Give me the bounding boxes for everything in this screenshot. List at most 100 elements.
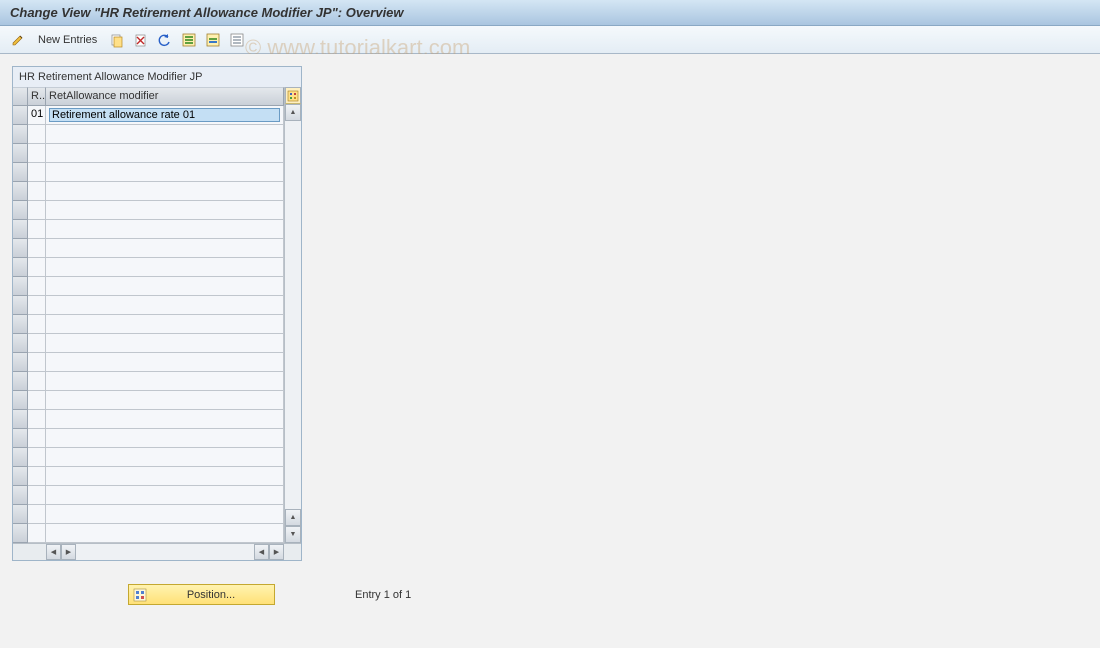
row-selector[interactable]: [13, 410, 28, 429]
cell-mod[interactable]: [46, 429, 284, 448]
cell-r[interactable]: [28, 201, 46, 220]
cell-mod[interactable]: [46, 486, 284, 505]
row-selector[interactable]: [13, 163, 28, 182]
row-selector[interactable]: [13, 315, 28, 334]
cell-mod[interactable]: [46, 467, 284, 486]
row-selector[interactable]: [13, 505, 28, 524]
row-selector[interactable]: [13, 258, 28, 277]
cell-mod[interactable]: [46, 220, 284, 239]
table-row[interactable]: [13, 144, 284, 163]
select-all-icon[interactable]: [179, 30, 199, 50]
new-entries-button[interactable]: New Entries: [32, 32, 103, 48]
cell-mod[interactable]: [46, 296, 284, 315]
delete-icon[interactable]: [131, 30, 151, 50]
cell-r[interactable]: 01: [28, 106, 46, 125]
row-selector[interactable]: [13, 372, 28, 391]
row-selector[interactable]: [13, 106, 28, 125]
row-selector[interactable]: [13, 220, 28, 239]
cell-mod[interactable]: [46, 277, 284, 296]
row-selector[interactable]: [13, 429, 28, 448]
table-row[interactable]: [13, 353, 284, 372]
cell-r[interactable]: [28, 524, 46, 543]
cell-r[interactable]: [28, 391, 46, 410]
scroll-left2-icon[interactable]: ▶: [61, 544, 76, 560]
cell-r[interactable]: [28, 429, 46, 448]
row-selector[interactable]: [13, 353, 28, 372]
table-row[interactable]: [13, 372, 284, 391]
cell-r[interactable]: [28, 258, 46, 277]
row-selector[interactable]: [13, 125, 28, 144]
row-selector[interactable]: [13, 277, 28, 296]
table-row[interactable]: [13, 220, 284, 239]
cell-r[interactable]: [28, 467, 46, 486]
table-row[interactable]: [13, 448, 284, 467]
row-selector[interactable]: [13, 391, 28, 410]
select-block-icon[interactable]: [203, 30, 223, 50]
cell-mod[interactable]: [46, 391, 284, 410]
table-config-icon[interactable]: [285, 87, 301, 104]
table-row[interactable]: [13, 334, 284, 353]
cell-r[interactable]: [28, 353, 46, 372]
copy-as-icon[interactable]: [107, 30, 127, 50]
table-row[interactable]: 01Retirement allowance rate 01: [13, 106, 284, 125]
table-row[interactable]: [13, 296, 284, 315]
cell-r[interactable]: [28, 486, 46, 505]
cell-mod[interactable]: [46, 505, 284, 524]
cell-r[interactable]: [28, 448, 46, 467]
row-selector[interactable]: [13, 296, 28, 315]
cell-mod[interactable]: [46, 201, 284, 220]
cell-mod[interactable]: [46, 182, 284, 201]
table-row[interactable]: [13, 391, 284, 410]
cell-mod[interactable]: [46, 125, 284, 144]
row-selector[interactable]: [13, 144, 28, 163]
table-row[interactable]: [13, 163, 284, 182]
cell-r[interactable]: [28, 182, 46, 201]
cell-r[interactable]: [28, 220, 46, 239]
cell-mod[interactable]: [46, 258, 284, 277]
cell-mod[interactable]: [46, 163, 284, 182]
row-selector[interactable]: [13, 201, 28, 220]
cell-r[interactable]: [28, 125, 46, 144]
undo-change-icon[interactable]: [155, 30, 175, 50]
column-r-header[interactable]: R..: [28, 87, 46, 106]
table-row[interactable]: [13, 182, 284, 201]
cell-r[interactable]: [28, 239, 46, 258]
cell-mod[interactable]: [46, 239, 284, 258]
scroll-down-top-icon[interactable]: ▲: [285, 509, 301, 526]
column-mod-header[interactable]: RetAllowance modifier: [46, 87, 284, 106]
table-row[interactable]: [13, 258, 284, 277]
scroll-right2-icon[interactable]: ◀: [254, 544, 269, 560]
table-row[interactable]: [13, 315, 284, 334]
scroll-up-icon[interactable]: ▲: [285, 104, 301, 121]
row-selector[interactable]: [13, 448, 28, 467]
table-row[interactable]: [13, 277, 284, 296]
cell-r[interactable]: [28, 163, 46, 182]
row-selector[interactable]: [13, 182, 28, 201]
row-selector[interactable]: [13, 486, 28, 505]
table-row[interactable]: [13, 125, 284, 144]
cell-mod[interactable]: [46, 448, 284, 467]
cell-r[interactable]: [28, 277, 46, 296]
table-row[interactable]: [13, 505, 284, 524]
cell-mod[interactable]: [46, 144, 284, 163]
vertical-scroll-track[interactable]: [285, 121, 301, 509]
deselect-all-icon[interactable]: [227, 30, 247, 50]
table-row[interactable]: [13, 410, 284, 429]
cell-r[interactable]: [28, 144, 46, 163]
cell-mod[interactable]: [46, 524, 284, 543]
scroll-down-icon[interactable]: ▼: [285, 526, 301, 543]
row-selector[interactable]: [13, 334, 28, 353]
position-button[interactable]: Position...: [128, 584, 275, 605]
cell-r[interactable]: [28, 296, 46, 315]
cell-mod[interactable]: Retirement allowance rate 01: [46, 106, 284, 125]
cell-r[interactable]: [28, 315, 46, 334]
table-row[interactable]: [13, 429, 284, 448]
cell-r[interactable]: [28, 372, 46, 391]
column-selector-header[interactable]: [13, 87, 28, 106]
table-row[interactable]: [13, 467, 284, 486]
cell-r[interactable]: [28, 334, 46, 353]
toggle-change-icon[interactable]: [8, 30, 28, 50]
scroll-left-icon[interactable]: ◀: [46, 544, 61, 560]
cell-mod[interactable]: [46, 353, 284, 372]
table-row[interactable]: [13, 524, 284, 543]
